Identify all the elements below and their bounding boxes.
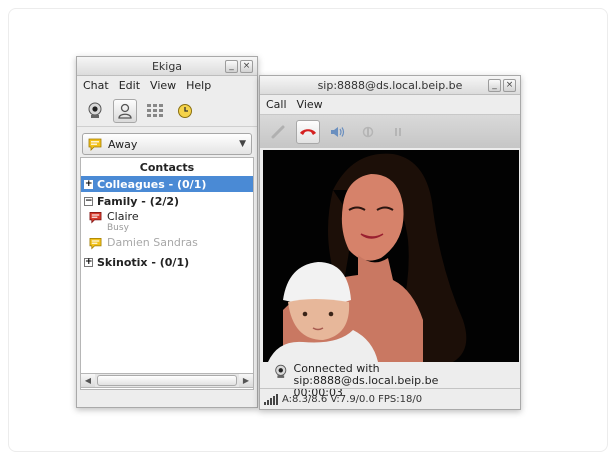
call-window: sip:8888@ds.local.beip.be _ × Call View <box>259 75 521 410</box>
connection-status: Connected with sip:8888@ds.local.beip.be <box>293 362 439 387</box>
menu-chat[interactable]: Chat <box>83 79 109 92</box>
menu-edit[interactable]: Edit <box>119 79 140 92</box>
group-colleagues[interactable]: + Colleagues - (0/1) <box>81 176 253 192</box>
call-history-icon <box>178 103 192 118</box>
audio-settings-button[interactable] <box>356 120 380 144</box>
pause-button[interactable] <box>386 120 410 144</box>
close-button[interactable]: × <box>503 79 516 92</box>
history-view-button[interactable] <box>173 99 197 123</box>
pickup-icon <box>271 125 285 138</box>
expand-icon[interactable]: + <box>84 179 93 189</box>
call-window-title: sip:8888@ds.local.beip.be <box>317 79 463 92</box>
signal-strength-icon <box>264 394 278 405</box>
group-skinotix[interactable]: + Skinotix - (0/1) <box>81 254 253 270</box>
group-label: Family - (2/2) <box>97 194 180 208</box>
away-status-icon <box>89 238 102 250</box>
call-window-titlebar[interactable]: sip:8888@ds.local.beip.be _ × <box>260 76 520 95</box>
dialpad-view-button[interactable] <box>143 99 167 123</box>
close-button[interactable]: × <box>240 60 253 73</box>
contacts-icon <box>118 103 132 119</box>
call-menubar: Call View <box>260 95 520 114</box>
hangup-button[interactable] <box>296 119 320 144</box>
presence-selector[interactable]: Away ▼ <box>82 133 252 155</box>
call-toolbar <box>260 114 520 148</box>
menu-help[interactable]: Help <box>186 79 211 92</box>
codec-stats: A:8.3/8.6 V:7.9/0.0 FPS:18/0 <box>282 393 423 405</box>
ekiga-main-window: Ekiga _ × Chat Edit View Help Away ▼ Con… <box>76 56 258 408</box>
minimize-button[interactable]: _ <box>225 60 238 73</box>
main-window-titlebar[interactable]: Ekiga _ × <box>77 57 257 76</box>
webcam-button[interactable] <box>83 99 107 123</box>
scroll-left-icon[interactable]: ◀ <box>81 374 95 387</box>
pickup-button[interactable] <box>266 120 290 144</box>
menu-call[interactable]: Call <box>266 98 287 111</box>
away-status-icon <box>88 138 102 151</box>
webcam-icon <box>88 102 102 118</box>
group-label: Skinotix - (0/1) <box>97 255 190 269</box>
group-label: Colleagues - (0/1) <box>97 177 207 191</box>
horizontal-scrollbar[interactable]: ◀ ▶ <box>80 373 254 388</box>
video-panel <box>263 150 519 362</box>
busy-status-icon <box>89 212 102 224</box>
chevron-down-icon: ▼ <box>239 139 246 149</box>
scroll-right-icon[interactable]: ▶ <box>239 374 253 387</box>
dialpad-icon <box>147 103 163 117</box>
minimize-button[interactable]: _ <box>488 79 501 92</box>
presence-label: Away <box>108 137 138 151</box>
pause-icon <box>395 127 401 136</box>
main-toolbar <box>77 95 257 127</box>
group-family[interactable]: − Family - (2/2) <box>81 193 253 209</box>
contact-name: Claire <box>107 210 139 223</box>
contacts-view-button[interactable] <box>113 98 137 123</box>
contact-status: Busy <box>107 223 129 233</box>
contact-claire[interactable]: Claire Busy <box>81 209 253 235</box>
main-window-title: Ekiga <box>151 60 183 73</box>
call-stats-bar: A:8.3/8.6 V:7.9/0.0 FPS:18/0 <box>260 388 520 409</box>
contacts-list: Contacts + Colleagues - (0/1) − Family -… <box>80 157 254 390</box>
scrollbar-thumb[interactable] <box>97 375 237 386</box>
expand-icon[interactable]: + <box>84 257 93 267</box>
menu-view[interactable]: View <box>150 79 176 92</box>
remote-video-image <box>263 150 519 362</box>
webcam-icon <box>275 364 287 378</box>
audio-icon <box>362 126 374 137</box>
contact-name: Damien Sandras <box>107 236 198 249</box>
contact-damien-sandras[interactable]: Damien Sandras <box>81 235 253 252</box>
main-menubar: Chat Edit View Help <box>77 76 257 95</box>
collapse-icon[interactable]: − <box>84 196 93 206</box>
hangup-icon <box>300 128 316 135</box>
speaker-icon <box>331 126 345 137</box>
menu-view[interactable]: View <box>297 98 323 111</box>
contacts-header: Contacts <box>139 161 195 174</box>
speaker-button[interactable] <box>326 120 350 144</box>
